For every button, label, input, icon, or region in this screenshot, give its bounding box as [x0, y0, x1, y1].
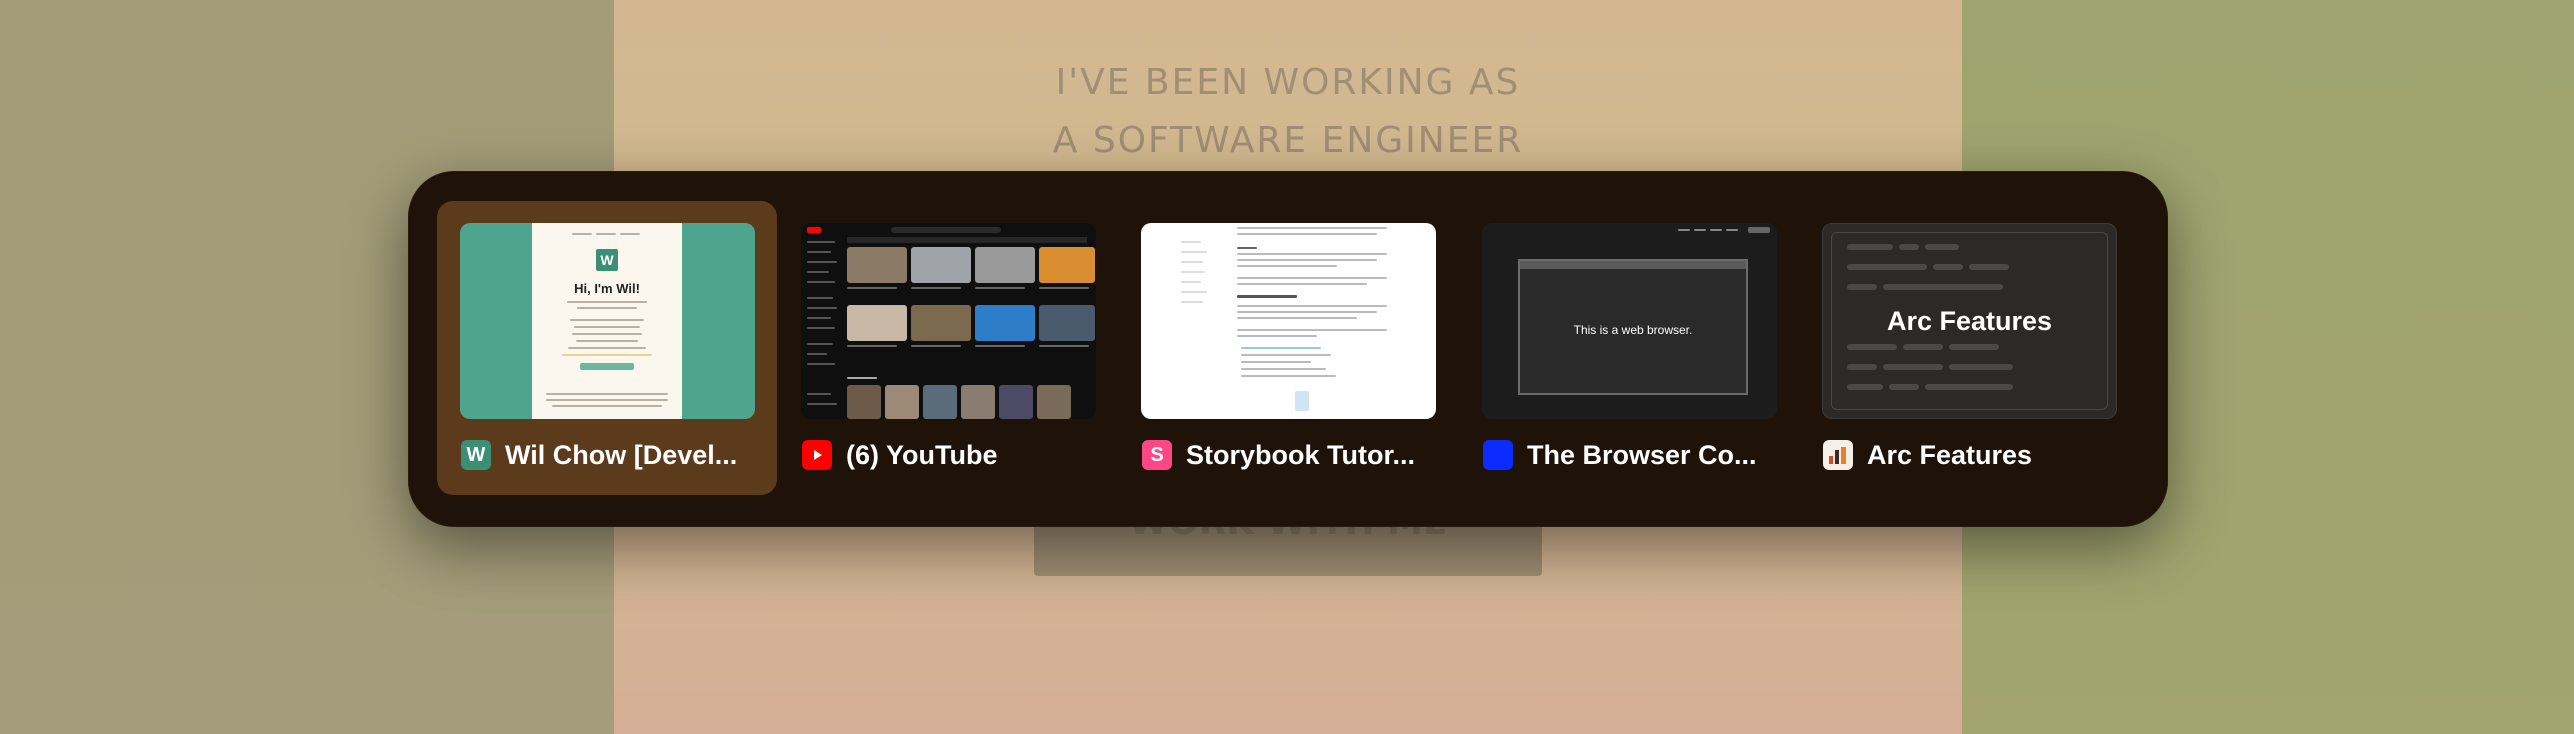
tab-title: The Browser Co... [1527, 439, 1757, 470]
tab-title: Arc Features [1867, 439, 2033, 470]
preview-title: Arc Features [1886, 306, 2053, 336]
tab-switcher-item-storybook[interactable]: S Storybook Tutor... [1118, 201, 1458, 495]
preview-logo: W [596, 249, 618, 271]
youtube-play-icon [802, 440, 832, 470]
tab-title: Storybook Tutor... [1186, 439, 1415, 470]
tab-preview-thumbnail: W Hi, I'm Wil! [460, 223, 755, 419]
arc-features-icon [1823, 440, 1853, 470]
browser-company-square-icon [1483, 440, 1513, 470]
tab-switcher-item-browser-company[interactable]: This is a web browser. The Browser Co... [1459, 201, 1799, 495]
tab-title: (6) YouTube [846, 439, 998, 470]
tab-switcher-item-arc-features[interactable]: Arc Features Arc Features [1799, 201, 2139, 495]
tab-title: Wil Chow [Devel... [505, 439, 738, 470]
tab-preview-thumbnail: Arc Features [1822, 223, 2117, 419]
tab-preview-thumbnail [801, 223, 1096, 419]
tab-preview-thumbnail: This is a web browser. [1482, 223, 1777, 419]
storybook-s-icon: S [1142, 440, 1172, 470]
wil-chow-w-icon: W [461, 440, 491, 470]
tab-preview-thumbnail [1141, 223, 1436, 419]
preview-heading: Hi, I'm Wil! [574, 281, 640, 296]
browser-illustration: This is a web browser. [1518, 259, 1748, 395]
tab-switcher-item-wil-chow[interactable]: W Hi, I'm Wil! W Wil Chow [Devel... [437, 201, 777, 495]
preview-text: This is a web browser. [1573, 323, 1693, 337]
preview-page: W Hi, I'm Wil! [532, 223, 682, 419]
tab-switcher-item-youtube[interactable]: (6) YouTube [778, 201, 1118, 495]
tab-switcher: W Hi, I'm Wil! W Wil Chow [Devel... (6) … [408, 171, 2168, 527]
